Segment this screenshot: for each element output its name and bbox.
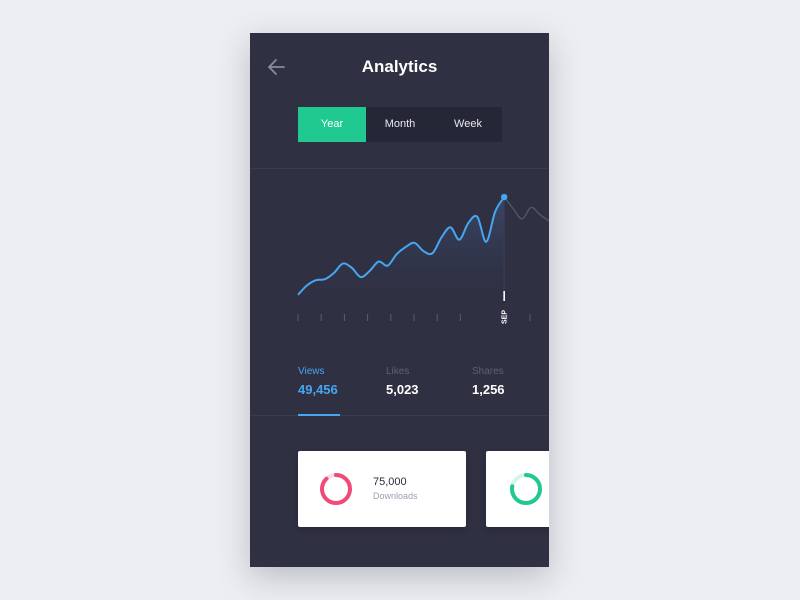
second-stat-card[interactable]	[486, 451, 549, 527]
stat-likes-label: Likes	[386, 366, 410, 377]
downloads-value: 75,000	[373, 476, 407, 488]
line-chart-svg: SEP	[297, 193, 549, 324]
downloads-donut	[320, 473, 352, 505]
chart-area-fill	[298, 197, 505, 300]
stat-shares-label: Shares	[472, 366, 504, 377]
stat-likes[interactable]: Likes 5,023	[386, 366, 419, 397]
chart-series-future-line	[503, 196, 549, 222]
stat-shares[interactable]: Shares 1,256	[472, 366, 505, 397]
divider	[250, 168, 549, 169]
stat-shares-value: 1,256	[472, 382, 505, 397]
tabs-divider	[250, 415, 549, 416]
downloads-card[interactable]: 75,000 Downloads	[298, 451, 466, 527]
phone-screen: Analytics Year Month Week SEP Views 49,4…	[250, 33, 549, 567]
chart-highlight-point	[500, 193, 508, 201]
stat-views-label: Views	[298, 366, 325, 377]
page-title: Analytics	[361, 57, 438, 76]
segment-month[interactable]: Month	[366, 107, 434, 142]
period-segmented-control: Year Month Week	[298, 107, 502, 142]
segment-week[interactable]: Week	[434, 107, 502, 142]
stat-likes-value: 5,023	[386, 382, 419, 397]
downloads-label: Downloads	[373, 491, 418, 501]
line-chart[interactable]: SEP	[250, 178, 549, 338]
chart-highlight-label: SEP	[502, 310, 509, 324]
stat-views-value: 49,456	[298, 382, 338, 397]
stats-tabs: Views 49,456 Likes 5,023 Shares 1,256	[250, 366, 549, 426]
header: Analytics	[250, 33, 549, 103]
second-donut	[510, 473, 542, 505]
stat-views[interactable]: Views 49,456	[298, 366, 338, 397]
active-tab-indicator	[298, 414, 340, 416]
segment-year[interactable]: Year	[298, 107, 366, 142]
